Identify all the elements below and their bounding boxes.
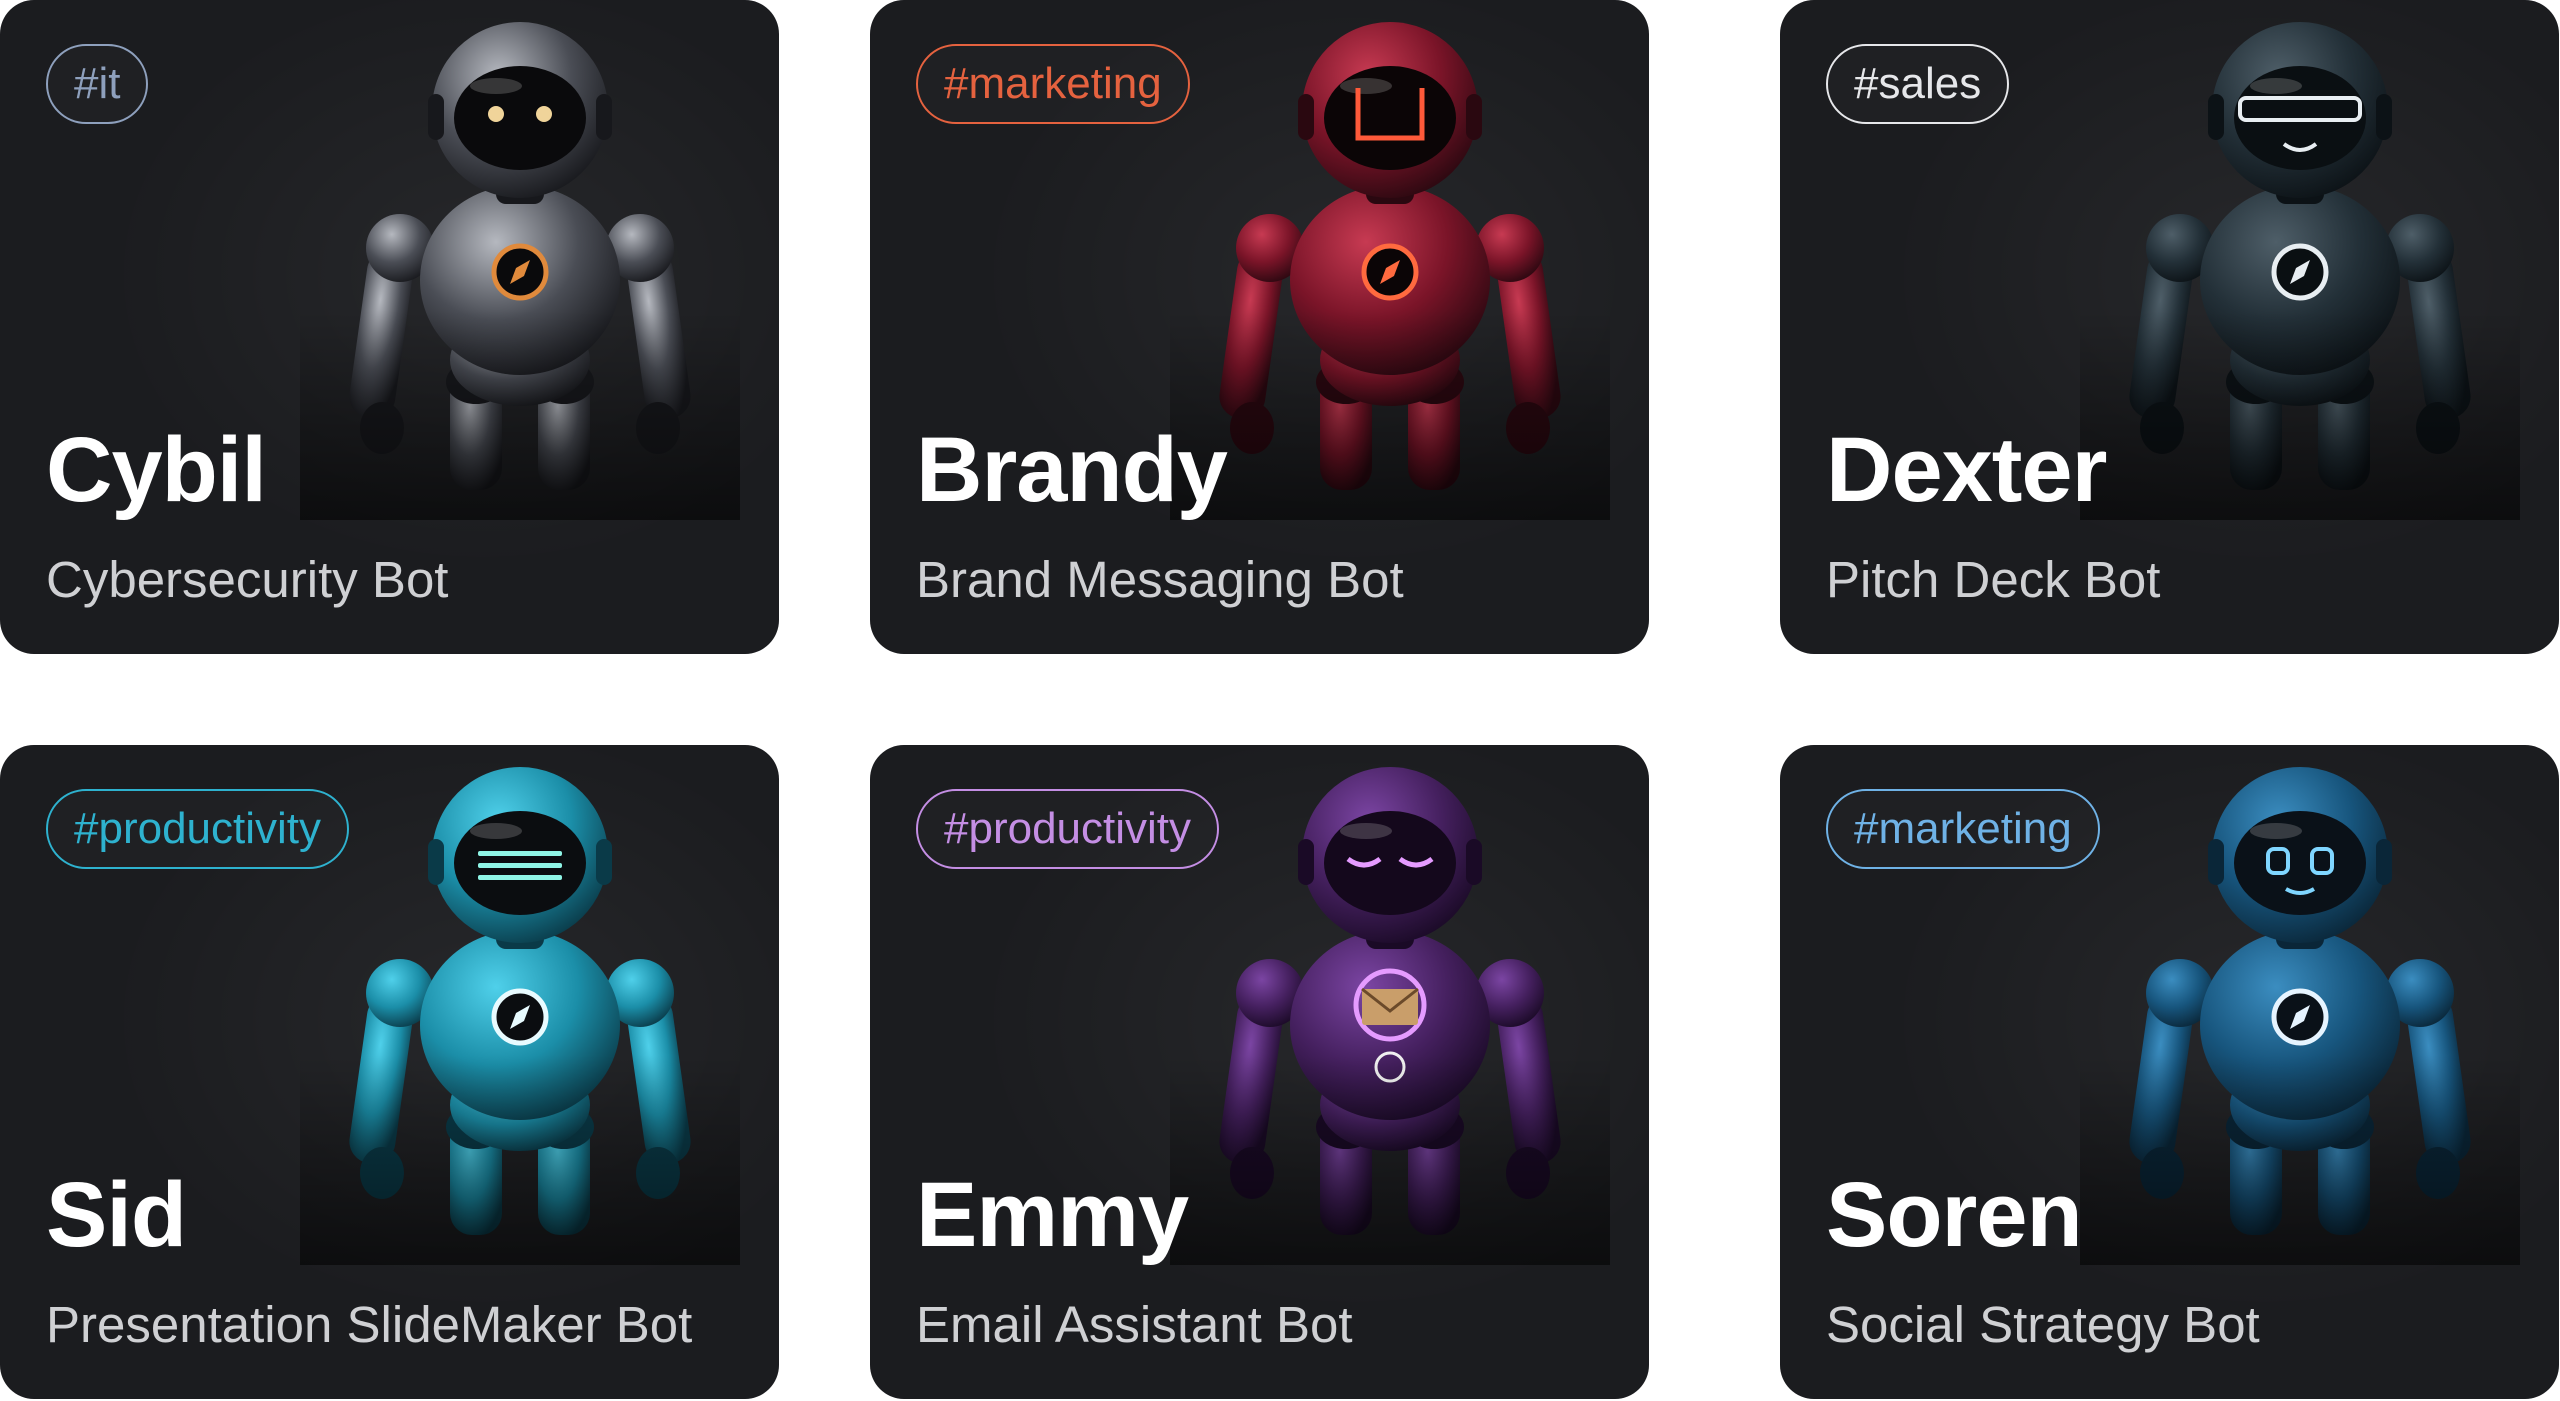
right-eye (536, 106, 552, 122)
right-ear (2376, 839, 2392, 885)
visor-highlight (2250, 78, 2302, 94)
visor (1324, 811, 1456, 915)
left-ear (428, 839, 444, 885)
bot-role: Pitch Deck Bot (1826, 551, 2161, 608)
bot-role: Brand Messaging Bot (916, 551, 1404, 608)
left-ear (2208, 94, 2224, 140)
visor (454, 66, 586, 170)
floor-fade (1170, 1055, 1610, 1265)
visor (2234, 811, 2366, 915)
floor-fade (2080, 310, 2520, 520)
bot-role: Presentation SlideMaker Bot (46, 1296, 693, 1353)
tag-badge[interactable]: #marketing (916, 44, 1190, 124)
bot-role: Cybersecurity Bot (46, 551, 449, 608)
bot-card-dexter[interactable]: #sales Dexter Pitch Deck Bot (1780, 0, 2559, 654)
robot-brandy-image (1170, 22, 1610, 520)
robot-cybil-image (300, 22, 740, 520)
bot-name: Emmy (916, 1164, 1189, 1266)
bot-name: Soren (1826, 1164, 2083, 1266)
visor-highlight (1340, 823, 1392, 839)
robot-sid-image (300, 767, 740, 1265)
bot-name: Dexter (1826, 419, 2107, 521)
visor-line (478, 851, 562, 856)
bot-name: Sid (46, 1164, 187, 1266)
visor-highlight (470, 823, 522, 839)
visor-line (478, 863, 562, 868)
bot-gallery: #it Cybil Cybersecurity Bot #marketing B… (0, 0, 2560, 1401)
bot-card-sid[interactable]: #productivity Sid Presentation SlideMake… (0, 745, 779, 1399)
bot-card-cybil[interactable]: #it Cybil Cybersecurity Bot (0, 0, 779, 654)
bot-card-soren[interactable]: #marketing Soren Social Strategy Bot (1780, 745, 2559, 1399)
right-ear (596, 94, 612, 140)
tag-badge[interactable]: #it (46, 44, 149, 124)
right-ear (1466, 839, 1482, 885)
visor (1324, 66, 1456, 170)
floor-fade (300, 1055, 740, 1265)
visor-highlight (1340, 78, 1392, 94)
left-ear (1298, 839, 1314, 885)
tag-badge[interactable]: #marketing (1826, 789, 2100, 869)
visor-line (478, 875, 562, 880)
bot-role: Social Strategy Bot (1826, 1296, 2260, 1353)
left-ear (428, 94, 444, 140)
right-ear (1466, 94, 1482, 140)
tag-badge[interactable]: #sales (1826, 44, 2010, 124)
visor-highlight (2250, 823, 2302, 839)
tag-badge[interactable]: #productivity (916, 789, 1220, 869)
right-ear (2376, 94, 2392, 140)
floor-fade (300, 310, 740, 520)
bot-role: Email Assistant Bot (916, 1296, 1353, 1353)
floor-fade (1170, 310, 1610, 520)
robot-soren-image (2080, 767, 2520, 1265)
left-ear (2208, 839, 2224, 885)
robot-dexter-image (2080, 22, 2520, 520)
bot-card-emmy[interactable]: #productivity Emmy Email Assistant Bot (870, 745, 1649, 1399)
left-eye (488, 106, 504, 122)
bot-name: Brandy (916, 419, 1228, 521)
left-ear (1298, 94, 1314, 140)
visor-highlight (470, 78, 522, 94)
right-ear (596, 839, 612, 885)
bot-card-brandy[interactable]: #marketing Brandy Brand Messaging Bot (870, 0, 1649, 654)
floor-fade (2080, 1055, 2520, 1265)
tag-badge[interactable]: #productivity (46, 789, 350, 869)
bot-name: Cybil (46, 419, 267, 521)
robot-emmy-image (1170, 767, 1610, 1265)
